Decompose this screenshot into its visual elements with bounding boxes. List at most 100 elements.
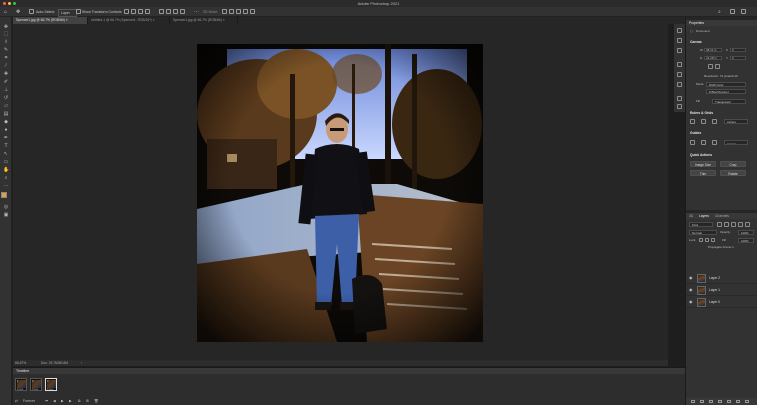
distribute-left-icon[interactable] <box>159 9 164 14</box>
layer-style-icon[interactable] <box>700 400 704 403</box>
rulers-section-title[interactable]: Rulers & Grids <box>690 111 713 115</box>
new-group-icon[interactable] <box>727 400 731 403</box>
loop-dropdown[interactable]: Forever <box>23 399 35 404</box>
height-field[interactable]: 41.28 in <box>706 56 717 60</box>
grid-icon[interactable] <box>701 119 706 124</box>
info-panel-icon[interactable] <box>677 104 682 109</box>
play-icon[interactable]: ▶ <box>61 399 64 404</box>
x-field[interactable]: 0 <box>732 48 734 52</box>
adjustments-panel-icon[interactable] <box>677 62 682 67</box>
properties-tab[interactable]: Properties <box>689 20 704 26</box>
frame-delay[interactable]: 0 sec. <box>32 388 39 391</box>
healing-brush-icon[interactable]: ✚ <box>3 72 9 77</box>
filter-pixel-icon[interactable] <box>717 222 722 227</box>
more-options-icon[interactable]: ··· <box>194 8 199 16</box>
move-tool-icon[interactable]: ✥ <box>3 25 9 30</box>
history-brush-icon[interactable]: ↺ <box>3 96 9 101</box>
tab-layers[interactable]: Layers <box>699 213 709 219</box>
quick-actions-title[interactable]: Quick Actions <box>690 153 712 157</box>
layer-filter-dropdown[interactable]: Kind <box>689 222 713 227</box>
propagate-frame-label[interactable]: Propagate Frame 1 <box>708 245 734 249</box>
brush-tool-icon[interactable]: ✐ <box>3 80 9 85</box>
3d-roll-icon[interactable] <box>229 9 234 14</box>
tween-icon[interactable]: ⧉ <box>78 399 81 404</box>
auto-select-dropdown[interactable]: Layer <box>58 9 77 17</box>
timeline-tab[interactable]: Timeline <box>14 368 31 374</box>
opacity-field[interactable]: 100% <box>738 230 754 235</box>
lasso-tool-icon[interactable]: ℓ <box>3 40 9 45</box>
zoom-tool-icon[interactable]: ⌕ <box>3 176 9 181</box>
delete-layer-icon[interactable] <box>745 400 749 403</box>
timeline-frame-3[interactable]: 3 0 sec. <box>45 378 57 391</box>
layer-row-1[interactable]: ◉ Layer 1 <box>686 285 757 296</box>
distribute-top-icon[interactable] <box>180 9 185 14</box>
layer-name[interactable]: Layer 0 <box>709 297 720 308</box>
filter-adjust-icon[interactable] <box>724 222 729 227</box>
y-field[interactable]: 0 <box>732 56 734 60</box>
units-dropdown[interactable]: Inches <box>724 119 748 124</box>
guide-style-dropdown[interactable]: ——— <box>724 140 748 145</box>
bit-depth-dropdown[interactable]: 8 Bits/Channel <box>706 89 746 94</box>
gradient-tool-icon[interactable]: ▤ <box>3 112 9 117</box>
document-canvas[interactable] <box>197 44 483 342</box>
3d-slide-icon[interactable] <box>243 9 248 14</box>
distribute-center-icon[interactable] <box>166 9 171 14</box>
orientation-landscape-icon[interactable] <box>715 64 720 69</box>
tab-document-1[interactable]: Spencer1.jpg @ 66.7% (RGB/8#) × <box>13 17 88 24</box>
canvas-section-title[interactable]: Canvas <box>690 40 702 44</box>
crop-tool-icon[interactable]: ⌗ <box>3 56 9 61</box>
foreground-color-swatch[interactable] <box>1 192 7 198</box>
fill-field[interactable]: 100% <box>738 238 754 243</box>
eraser-tool-icon[interactable]: ▱ <box>3 104 9 109</box>
3d-pan-icon[interactable] <box>236 9 241 14</box>
visibility-eye-icon[interactable]: ◉ <box>689 300 693 304</box>
visibility-eye-icon[interactable]: ◉ <box>689 288 693 292</box>
home-icon[interactable]: ⌂ <box>4 8 7 16</box>
eyedropper-tool-icon[interactable]: ⁄ <box>3 64 9 69</box>
search-icon[interactable]: ⌕ <box>718 8 721 16</box>
hand-tool-icon[interactable]: ✋ <box>3 168 9 173</box>
mode-dropdown[interactable]: RGB Color <box>706 82 746 87</box>
3d-scale-icon[interactable] <box>250 9 255 14</box>
prev-frame-icon[interactable]: ◀ <box>53 399 56 404</box>
dodge-tool-icon[interactable]: ● <box>3 128 9 133</box>
3d-orbit-icon[interactable] <box>222 9 227 14</box>
duplicate-frame-icon[interactable]: ⊞ <box>86 399 89 404</box>
lock-all-icon[interactable] <box>711 238 715 242</box>
move-tool-icon[interactable]: ✥ <box>16 8 20 16</box>
frame-delay[interactable]: 0 sec. <box>47 388 54 391</box>
delete-frame-icon[interactable]: 🗑 <box>94 399 98 404</box>
path-select-icon[interactable]: ↖ <box>3 152 9 157</box>
filter-shape-icon[interactable] <box>738 222 743 227</box>
tab-3d[interactable]: 3D <box>689 213 693 219</box>
brush-panel-icon[interactable] <box>677 38 682 43</box>
zoom-level[interactable]: 66.67% <box>15 360 26 366</box>
blur-tool-icon[interactable]: ◆ <box>3 120 9 125</box>
fill-dropdown[interactable]: Transparent <box>712 99 746 104</box>
quick-select-tool-icon[interactable]: ✎ <box>3 48 9 53</box>
visibility-eye-icon[interactable]: ◉ <box>689 276 693 280</box>
new-layer-icon[interactable] <box>736 400 740 403</box>
quick-mask-icon[interactable]: ◎ <box>3 205 9 210</box>
guide-clear-icon[interactable] <box>712 140 717 145</box>
orientation-portrait-icon[interactable] <box>708 64 713 69</box>
ruler-icon[interactable] <box>690 119 695 124</box>
blend-mode-dropdown[interactable]: Normal <box>689 230 717 235</box>
screen-mode-icon[interactable]: ▣ <box>3 213 9 218</box>
auto-select-checkbox[interactable] <box>29 9 34 14</box>
layer-row-2[interactable]: ◉ Layer 2 <box>686 273 757 284</box>
tab-channels[interactable]: Channels <box>715 213 729 219</box>
layer-mask-icon[interactable] <box>709 400 713 403</box>
marquee-tool-icon[interactable]: ⬚ <box>3 32 9 37</box>
styles-panel-icon[interactable] <box>677 72 682 77</box>
clone-panel-icon[interactable] <box>677 48 682 53</box>
tab-document-2[interactable]: Untitled-1 @ 66.7% (Spencer1, RGB/16*) × <box>88 17 170 24</box>
convert-icon[interactable]: ⇄ <box>15 399 18 404</box>
paragraph-panel-icon[interactable] <box>677 96 682 101</box>
status-menu-icon[interactable]: › <box>81 360 82 366</box>
filter-smart-icon[interactable] <box>745 222 750 227</box>
share-icon[interactable] <box>741 9 746 14</box>
layer-row-0[interactable]: ◉ Layer 0 <box>686 297 757 308</box>
clone-stamp-icon[interactable]: ⊥ <box>3 88 9 93</box>
history-panel-icon[interactable] <box>677 28 682 33</box>
